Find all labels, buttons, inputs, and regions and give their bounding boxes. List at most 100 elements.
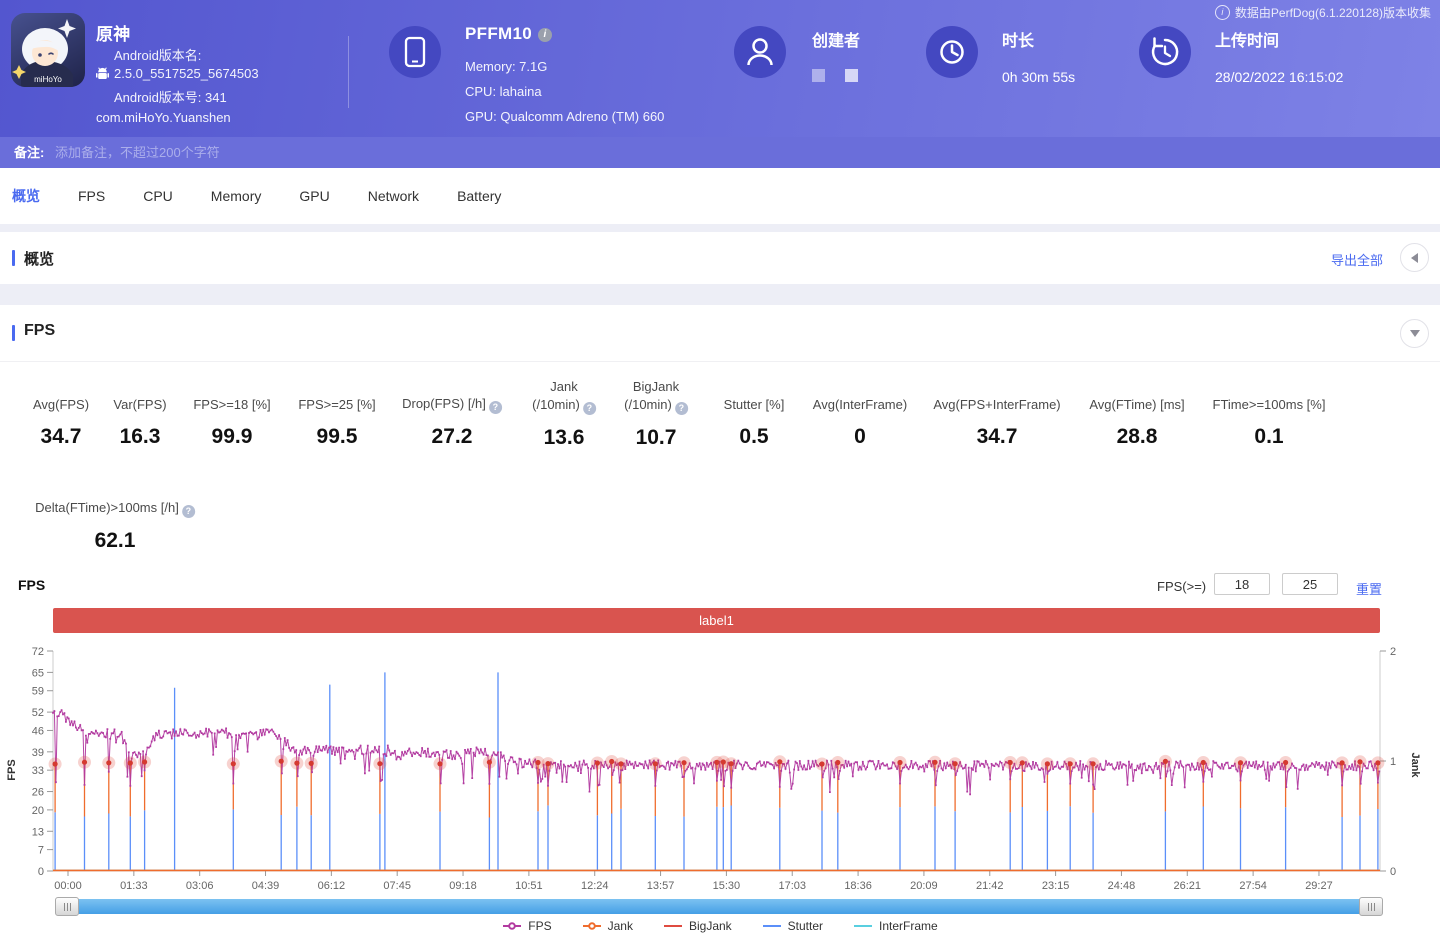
upload-value: 28/02/2022 16:15:02	[1215, 69, 1344, 85]
scrollbar-right-handle[interactable]	[1359, 897, 1383, 916]
legend-item-bigjank[interactable]: BigJank	[663, 919, 732, 933]
fps-threshold-label: FPS(>=)	[1157, 579, 1207, 594]
report-header: i 数据由PerfDog(6.1.220128)版本收集 miHoYo 原神 A…	[0, 0, 1440, 137]
chart-title: FPS	[18, 577, 46, 593]
tab-概览[interactable]: 概览	[12, 186, 40, 206]
help-icon[interactable]: ?	[582, 402, 596, 415]
tab-Battery[interactable]: Battery	[457, 188, 501, 204]
chart-annotation-banner[interactable]: label1	[53, 608, 1380, 633]
legend-item-interframe[interactable]: InterFrame	[853, 919, 938, 933]
stat-value: 13.6	[543, 426, 585, 449]
svg-text:13:57: 13:57	[647, 880, 675, 892]
scrollbar-left-handle[interactable]	[55, 897, 79, 916]
creator-name-redacted-2	[845, 69, 858, 82]
stat-fps-18-: FPS>=18 [%] 99.9	[193, 378, 270, 449]
device-info-icon[interactable]: i	[537, 28, 552, 42]
help-icon[interactable]: ?	[674, 402, 688, 415]
tab-FPS[interactable]: FPS	[78, 188, 105, 204]
tab-Memory[interactable]: Memory	[211, 188, 262, 204]
svg-text:03:06: 03:06	[186, 880, 214, 892]
android-version-row: 2.5.0_5517525_5674503	[96, 66, 259, 81]
stat-label: Delta(FTime)>100ms [/h]?	[35, 482, 195, 518]
legend-item-fps[interactable]: FPS	[502, 919, 552, 933]
svg-text:39: 39	[32, 747, 44, 759]
stat-bigjank: BigJank (/10min)? 10.7	[624, 378, 688, 450]
svg-text:miHoYo: miHoYo	[34, 75, 62, 84]
stat-fps-25-: FPS>=25 [%] 99.5	[298, 378, 375, 449]
stat-value: 28.8	[1116, 425, 1158, 448]
svg-text:10:51: 10:51	[515, 880, 543, 892]
svg-text:65: 65	[32, 667, 44, 679]
stat-ftime-100ms-: FTime>=100ms [%] 0.1	[1213, 378, 1326, 449]
stat-value: 99.5	[316, 425, 358, 448]
stat-avg-fps-: Avg(FPS) 34.7	[33, 378, 89, 449]
svg-text:7: 7	[38, 845, 44, 857]
game-title: 原神	[96, 25, 131, 44]
header-divider	[348, 36, 349, 108]
stat-jank: Jank (/10min)? 13.6	[532, 378, 596, 450]
stat-avg-fps-interframe-: Avg(FPS+InterFrame) 34.7	[933, 378, 1060, 449]
stat-label: Var(FPS)	[113, 397, 167, 412]
collected-by-note: i 数据由PerfDog(6.1.220128)版本收集	[1214, 4, 1431, 21]
stat-stutter-: Stutter [%] 0.5	[724, 378, 785, 449]
stat-value: 34.7	[40, 425, 82, 448]
collapse-left-button[interactable]	[1400, 243, 1429, 272]
android-icon	[96, 66, 109, 79]
fps-chart[interactable]: 72 65 59 52 46 39 33 26 20 13 7 0 2 1 0 00:00 01:33 03:06…	[0, 640, 1440, 895]
section-gap-2	[0, 284, 1440, 305]
stat-label: Avg(FPS)	[32, 397, 90, 412]
legend-label: InterFrame	[879, 919, 938, 933]
legend-swatch-icon	[503, 922, 522, 930]
legend-item-jank[interactable]: Jank	[582, 919, 633, 933]
legend-label: Stutter	[787, 919, 824, 933]
note-bar[interactable]: 备注: 添加备注，不超过200个字符	[0, 137, 1440, 168]
fps-threshold-input-2[interactable]	[1282, 573, 1338, 595]
android-version-value: 2.5.0_5517525_5674503	[114, 66, 259, 81]
clock-icon	[940, 40, 964, 64]
device-name: PFFM10	[465, 24, 532, 43]
svg-text:04:39: 04:39	[252, 880, 280, 892]
svg-text:07:45: 07:45	[383, 880, 411, 892]
stat-label: Avg(FPS+InterFrame)	[933, 397, 1061, 412]
help-icon[interactable]: ?	[488, 401, 502, 414]
collapse-fps-button[interactable]	[1400, 319, 1429, 348]
tab-CPU[interactable]: CPU	[143, 188, 173, 204]
svg-text:20:09: 20:09	[910, 880, 938, 892]
device-cpu: CPU: lahaina	[465, 84, 542, 99]
reset-link[interactable]: 重置	[1356, 579, 1382, 598]
overview-accent	[12, 250, 15, 266]
android-build: Android版本号: 341	[114, 90, 227, 105]
stat-label: FPS>=18 [%]	[193, 397, 271, 412]
stat-label: Avg(InterFrame)	[812, 397, 908, 412]
export-all-link[interactable]: 导出全部	[1331, 250, 1383, 269]
svg-text:09:18: 09:18	[449, 880, 477, 892]
stat-value: 0.1	[1254, 425, 1284, 448]
svg-text:20: 20	[32, 805, 44, 817]
svg-text:27:54: 27:54	[1239, 880, 1267, 892]
stat-label: Stutter [%]	[723, 397, 785, 412]
svg-text:15:30: 15:30	[713, 880, 741, 892]
tab-GPU[interactable]: GPU	[299, 188, 329, 204]
chart-range-scrollbar[interactable]	[55, 897, 1383, 916]
stat-label: BigJank (/10min)?	[624, 378, 688, 415]
tab-Network[interactable]: Network	[368, 188, 419, 204]
device-name-row: PFFM10 i	[465, 24, 552, 44]
svg-text:24:48: 24:48	[1108, 880, 1136, 892]
section-gap	[0, 224, 1440, 232]
perfdog-report-page: i 数据由PerfDog(6.1.220128)版本收集 miHoYo 原神 A…	[0, 0, 1440, 943]
fps-threshold-input-1[interactable]	[1214, 573, 1270, 595]
upload-icon-circle	[1139, 26, 1191, 78]
stat-value: 10.7	[635, 426, 677, 449]
scrollbar-range-fill[interactable]	[77, 899, 1361, 914]
device-icon-circle	[389, 26, 441, 78]
svg-text:1: 1	[1390, 756, 1396, 768]
duration-value: 0h 30m 55s	[1002, 69, 1076, 85]
help-icon[interactable]: ?	[181, 505, 195, 518]
svg-text:01:33: 01:33	[120, 880, 148, 892]
legend-item-stutter[interactable]: Stutter	[762, 919, 823, 933]
stat-value: 27.2	[431, 425, 473, 448]
stat-label: FTime>=100ms [%]	[1212, 397, 1326, 412]
stat-drop-fps-h-: Drop(FPS) [/h]? 27.2	[402, 378, 502, 449]
history-clock-icon	[1151, 37, 1179, 66]
note-placeholder[interactable]: 添加备注，不超过200个字符	[55, 137, 220, 168]
